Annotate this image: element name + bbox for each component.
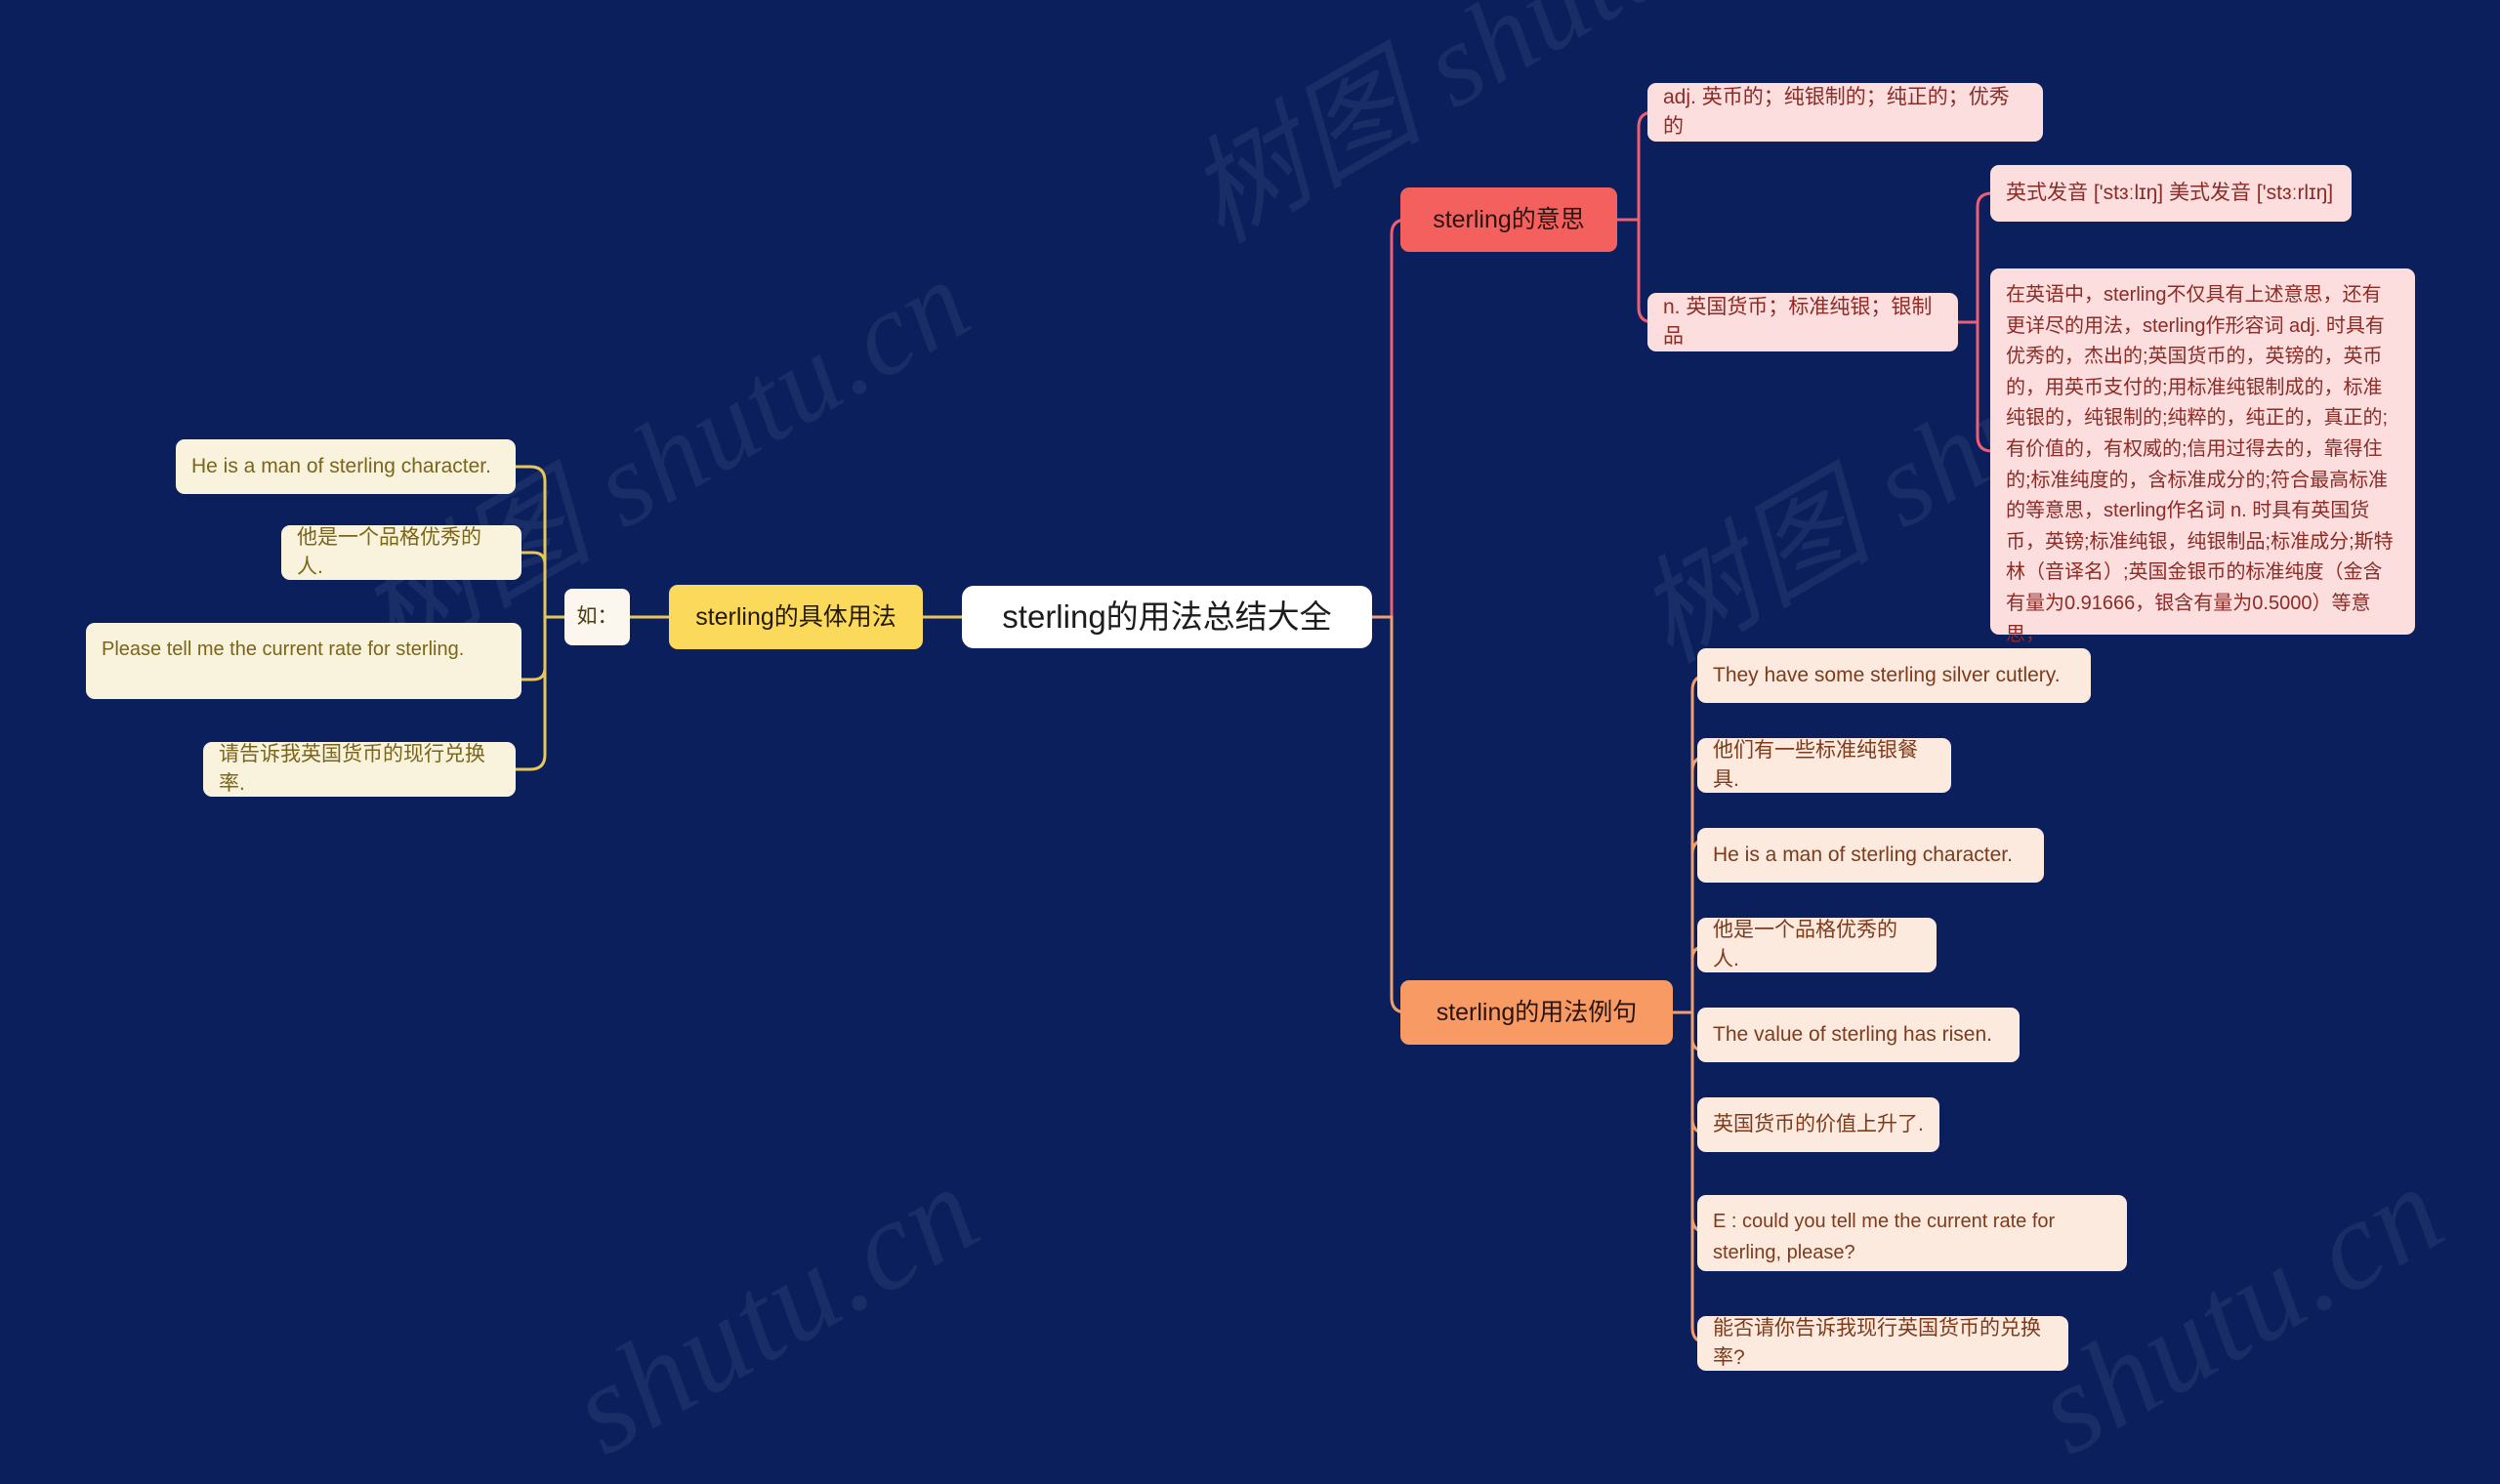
leaf-usage-1-label: He is a man of sterling character. (191, 454, 491, 477)
leaf-meaning-adj[interactable]: adj. 英币的；纯银制的；纯正的；优秀的 (1647, 83, 2043, 142)
leaf-meaning-adj-label: adj. 英币的；纯银制的；纯正的；优秀的 (1663, 85, 2010, 138)
watermark: shutu.cn (548, 1138, 1002, 1482)
branch-meaning-label: sterling的意思 (1433, 205, 1585, 233)
leaf-example-1-label: They have some sterling silver cutlery. (1713, 663, 2061, 686)
leaf-meaning-detail[interactable]: 在英语中，sterling不仅具有上述意思，还有更详尽的用法，sterling作… (1990, 268, 2415, 645)
branch-meaning[interactable]: sterling的意思 (1400, 187, 1617, 252)
wire-ex-2 (1673, 755, 1719, 1014)
wire-usage-leaf-1 (516, 465, 564, 619)
leaf-example-7[interactable]: E : could you tell me the current rate f… (1697, 1195, 2127, 1271)
leaf-usage-4-label: 请告诉我英国货币的现行兑换率. (219, 742, 485, 795)
leaf-usage-2-label: 他是一个品格优秀的人. (297, 525, 481, 578)
leaf-pronunciation[interactable]: 英式发音 ['stɜːlɪŋ] 美式发音 ['stɜːrlɪŋ] (1990, 165, 2352, 222)
wire-examples (1372, 615, 1421, 1014)
node-ru[interactable]: 如： (564, 589, 630, 645)
branch-usage-label: sterling的具体用法 (695, 602, 896, 631)
leaf-example-5[interactable]: The value of sterling has risen. (1697, 1008, 2020, 1062)
leaf-example-3-label: He is a man of sterling character. (1713, 843, 2013, 866)
leaf-example-1[interactable]: They have some sterling silver cutlery. (1697, 648, 2091, 703)
leaf-example-6[interactable]: 英国货币的价值上升了. (1697, 1097, 1939, 1152)
leaf-example-2[interactable]: 他们有一些标准纯银餐具. (1697, 738, 1951, 793)
leaf-usage-4[interactable]: 请告诉我英国货币的现行兑换率. (203, 742, 516, 797)
watermark: shutu.cn (2013, 1138, 2467, 1482)
wire-usage-leaf-2 (521, 551, 564, 619)
leaf-example-2-label: 他们有一些标准纯银餐具. (1713, 738, 1918, 791)
mindmap-canvas: 树图 shutu.cn shutu.cn 树图 shutu.cn shutu.c… (0, 0, 2500, 1481)
leaf-example-4[interactable]: 他是一个品格优秀的人. (1697, 918, 1937, 972)
node-ru-label: 如： (576, 604, 618, 628)
wire-usage-leaf-4 (516, 615, 564, 771)
leaf-meaning-n-label: n. 英国货币；标准纯银；银制品 (1663, 295, 1933, 348)
leaf-example-5-label: The value of sterling has risen. (1713, 1022, 1992, 1046)
leaf-usage-1[interactable]: He is a man of sterling character. (176, 439, 516, 494)
branch-examples-label: sterling的用法例句 (1436, 998, 1638, 1026)
leaf-meaning-n[interactable]: n. 英国货币；标准纯银；银制品 (1647, 293, 1958, 351)
wire-usage-leaf-3 (521, 615, 564, 681)
leaf-pronunciation-label: 英式发音 ['stɜːlɪŋ] 美式发音 ['stɜːrlɪŋ] (2006, 181, 2334, 204)
leaf-example-4-label: 他是一个品格优秀的人. (1713, 918, 1897, 970)
branch-examples[interactable]: sterling的用法例句 (1400, 980, 1673, 1045)
leaf-example-8-label: 能否请你告诉我现行英国货币的兑换率? (1713, 1316, 2041, 1369)
wire-meaning (1372, 218, 1421, 619)
branch-usage[interactable]: sterling的具体用法 (669, 585, 923, 649)
leaf-usage-3[interactable]: Please tell me the current rate for ster… (86, 623, 521, 699)
leaf-example-6-label: 英国货币的价值上升了. (1713, 1112, 1924, 1135)
leaf-meaning-detail-label: 在英语中，sterling不仅具有上述意思，还有更详尽的用法，sterling作… (2006, 284, 2394, 645)
root-node[interactable]: sterling的用法总结大全 (962, 586, 1372, 648)
leaf-example-7-label: E : could you tell me the current rate f… (1713, 1211, 2056, 1263)
leaf-usage-3-label: Please tell me the current rate for ster… (102, 639, 465, 660)
leaf-example-3[interactable]: He is a man of sterling character. (1697, 828, 2044, 883)
leaf-usage-2[interactable]: 他是一个品格优秀的人. (281, 525, 521, 580)
leaf-example-8[interactable]: 能否请你告诉我现行英国货币的兑换率? (1697, 1316, 2068, 1371)
root-label: sterling的用法总结大全 (1002, 598, 1332, 636)
